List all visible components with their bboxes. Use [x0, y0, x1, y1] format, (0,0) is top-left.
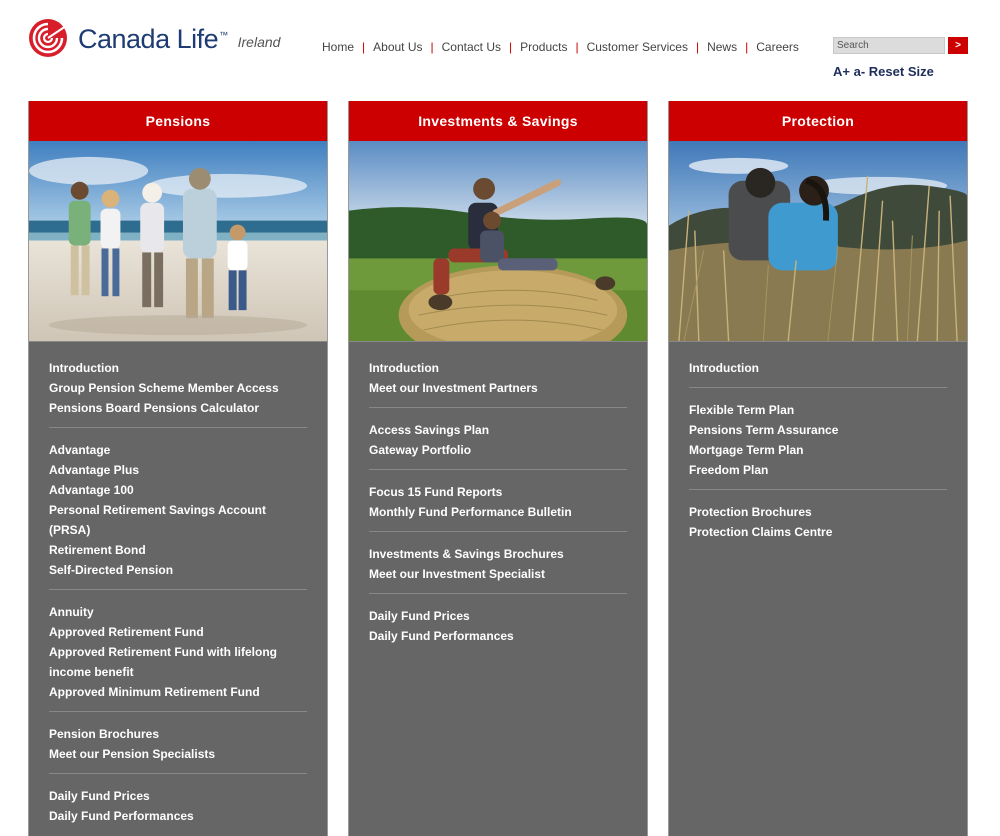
link-investment-specialist[interactable]: Meet our Investment Specialist: [369, 564, 627, 584]
link-group: Daily Fund Prices Daily Fund Performance…: [49, 786, 307, 835]
link-group: Introduction: [689, 358, 947, 388]
link-group: Daily Fund Prices Daily Fund Performance…: [369, 606, 627, 655]
nav-careers[interactable]: Careers: [756, 40, 799, 54]
link-daily-fund-performances[interactable]: Daily Fund Performances: [369, 626, 627, 646]
search-input[interactable]: [833, 37, 945, 54]
nav-separator: |: [575, 40, 579, 54]
link-group: Advantage Advantage Plus Advantage 100 P…: [49, 440, 307, 590]
link-group: Pension Brochures Meet our Pension Speci…: [49, 724, 307, 774]
link-advantage-100[interactable]: Advantage 100: [49, 480, 307, 500]
nav-about-us[interactable]: About Us: [373, 40, 422, 54]
link-advantage-plus[interactable]: Advantage Plus: [49, 460, 307, 480]
link-investments-savings-brochures[interactable]: Investments & Savings Brochures: [369, 544, 627, 564]
link-group: Protection Brochures Protection Claims C…: [689, 502, 947, 551]
nav-separator: |: [362, 40, 366, 54]
link-access-savings-plan[interactable]: Access Savings Plan: [369, 420, 627, 440]
canada-life-logo[interactable]: Canada Life™ Ireland: [28, 18, 280, 58]
link-protection-brochures[interactable]: Protection Brochures: [689, 502, 947, 522]
link-pensions-term-assurance[interactable]: Pensions Term Assurance: [689, 420, 947, 440]
protection-column: Protection Introduction Flexible Term Pl…: [668, 101, 968, 836]
investments-savings-heading[interactable]: Investments & Savings: [349, 101, 647, 141]
link-pension-specialists[interactable]: Meet our Pension Specialists: [49, 744, 307, 764]
protection-heading[interactable]: Protection: [669, 101, 967, 141]
link-pension-brochures[interactable]: Pension Brochures: [49, 724, 307, 744]
text-size-controls: A+ a- Reset Size: [833, 64, 934, 79]
link-introduction[interactable]: Introduction: [369, 358, 627, 378]
link-pensions-board-calculator[interactable]: Pensions Board Pensions Calculator: [49, 398, 307, 418]
link-group: Annuity Approved Retirement Fund Approve…: [49, 602, 307, 712]
family-on-beach-photo[interactable]: [29, 141, 327, 342]
brand-trademark: ™: [219, 29, 228, 40]
link-approved-minimum-retirement-fund[interactable]: Approved Minimum Retirement Fund: [49, 682, 307, 702]
investments-savings-column: Investments & Savings Introduction Meet …: [348, 101, 648, 836]
pensions-heading[interactable]: Pensions: [29, 101, 327, 141]
link-flexible-term-plan[interactable]: Flexible Term Plan: [689, 400, 947, 420]
nav-home[interactable]: Home: [322, 40, 354, 54]
link-group: Focus 15 Fund Reports Monthly Fund Perfo…: [369, 482, 627, 532]
link-daily-fund-prices[interactable]: Daily Fund Prices: [49, 786, 307, 806]
link-group-pension-scheme-member-access[interactable]: Group Pension Scheme Member Access: [49, 378, 307, 398]
nav-separator: |: [508, 40, 513, 54]
brand-region: Ireland: [237, 34, 281, 50]
link-self-directed-pension[interactable]: Self-Directed Pension: [49, 560, 307, 580]
nav-contact-us[interactable]: Contact Us: [442, 40, 501, 54]
nav-products[interactable]: Products: [520, 40, 567, 54]
family-on-beach-image: [29, 141, 327, 341]
link-approved-retirement-fund[interactable]: Approved Retirement Fund: [49, 622, 307, 642]
search-box: >: [833, 37, 968, 54]
brand-name: Canada Life™: [78, 23, 228, 54]
link-protection-claims-centre[interactable]: Protection Claims Centre: [689, 522, 947, 542]
top-navigation: Home | About Us | Contact Us | Products …: [322, 40, 799, 54]
link-monthly-fund-bulletin[interactable]: Monthly Fund Performance Bulletin: [369, 502, 627, 522]
nav-separator: |: [745, 40, 749, 54]
link-annuity[interactable]: Annuity: [49, 602, 307, 622]
link-introduction[interactable]: Introduction: [49, 358, 307, 378]
link-daily-fund-performances[interactable]: Daily Fund Performances: [49, 806, 307, 826]
link-group: Introduction Group Pension Scheme Member…: [49, 358, 307, 428]
link-group: Access Savings Plan Gateway Portfolio: [369, 420, 627, 470]
search-submit-button[interactable]: >: [948, 37, 968, 54]
father-son-on-hay-bale-photo[interactable]: [349, 141, 647, 342]
couple-in-tall-grass-photo[interactable]: [669, 141, 967, 342]
text-size-reset-button[interactable]: Reset Size: [869, 64, 934, 79]
investments-savings-links: Introduction Meet our Investment Partner…: [349, 342, 647, 655]
link-advantage[interactable]: Advantage: [49, 440, 307, 460]
link-gateway-portfolio[interactable]: Gateway Portfolio: [369, 440, 627, 460]
link-group: Introduction Meet our Investment Partner…: [369, 358, 627, 408]
link-retirement-bond[interactable]: Retirement Bond: [49, 540, 307, 560]
canada-life-logo-icon: [29, 19, 67, 57]
nav-separator: |: [695, 40, 700, 54]
link-arf-lifelong-income[interactable]: Approved Retirement Fund with lifelong i…: [49, 642, 307, 682]
pensions-column: Pensions Introduction Group Pension Sche…: [28, 101, 328, 836]
protection-links: Introduction Flexible Term Plan Pensions…: [669, 342, 967, 551]
link-freedom-plan[interactable]: Freedom Plan: [689, 460, 947, 480]
pensions-links: Introduction Group Pension Scheme Member…: [29, 342, 327, 835]
nav-news[interactable]: News: [707, 40, 737, 54]
father-son-on-hay-bale-image: [349, 141, 647, 341]
text-size-decrease-button[interactable]: a-: [854, 64, 866, 79]
link-group: Flexible Term Plan Pensions Term Assuran…: [689, 400, 947, 490]
nav-customer-services[interactable]: Customer Services: [587, 40, 688, 54]
text-size-increase-button[interactable]: A+: [833, 64, 850, 79]
link-prsa[interactable]: Personal Retirement Savings Account (PRS…: [49, 500, 307, 540]
link-group: Investments & Savings Brochures Meet our…: [369, 544, 627, 594]
link-daily-fund-prices[interactable]: Daily Fund Prices: [369, 606, 627, 626]
nav-separator: |: [430, 40, 434, 54]
link-focus-15-fund-reports[interactable]: Focus 15 Fund Reports: [369, 482, 627, 502]
link-investment-partners[interactable]: Meet our Investment Partners: [369, 378, 627, 398]
link-introduction[interactable]: Introduction: [689, 358, 947, 378]
couple-in-tall-grass-image: [669, 141, 967, 341]
link-mortgage-term-plan[interactable]: Mortgage Term Plan: [689, 440, 947, 460]
